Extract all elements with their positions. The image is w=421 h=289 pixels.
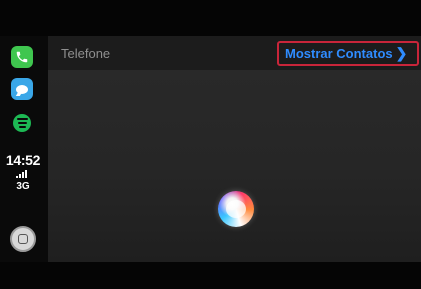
spotify-app-button[interactable] [11, 112, 33, 134]
network-type: 3G [16, 181, 30, 192]
bottom-letterbox [0, 262, 421, 289]
messages-app-button[interactable] [11, 78, 33, 100]
nav-bar: Telefone Mostrar Contatos ❯ [48, 36, 421, 70]
carplay-dock: 14:52 3G [0, 36, 48, 262]
show-contacts-button[interactable]: Mostrar Contatos ❯ [277, 41, 419, 66]
message-bubble-icon [16, 84, 28, 94]
carplay-screen: 14:52 3G Telefone Mostrar Contatos ❯ [0, 0, 421, 289]
siri-orb-icon[interactable] [218, 191, 254, 227]
signal-bars-icon [16, 170, 30, 178]
home-button-icon [18, 234, 28, 244]
home-button[interactable] [10, 226, 36, 252]
page-title: Telefone [61, 46, 111, 61]
status-time: 14:52 [5, 152, 41, 168]
show-contacts-label: Mostrar Contatos [285, 46, 393, 61]
phone-icon [16, 51, 28, 63]
siri-phone-panel: Telefone Mostrar Contatos ❯ [48, 36, 421, 262]
spotify-icon [13, 114, 31, 132]
phone-app-button[interactable] [11, 46, 33, 68]
chevron-right-icon: ❯ [395, 45, 408, 61]
